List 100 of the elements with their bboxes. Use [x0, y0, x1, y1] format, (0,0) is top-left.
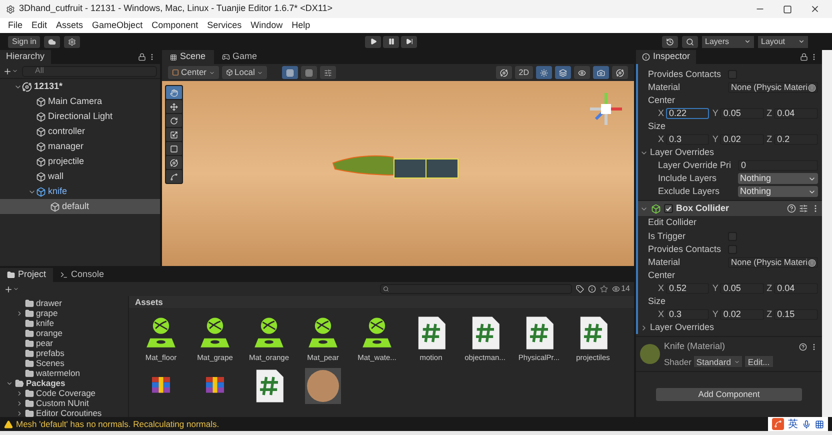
folder-label[interactable]: drawer: [36, 298, 62, 308]
grid-button[interactable]: [282, 66, 298, 79]
number-field[interactable]: 0.04: [774, 108, 818, 119]
maximize-icon[interactable]: [783, 4, 792, 14]
ime-toolbar[interactable]: 英: [768, 417, 828, 431]
hierarchy-item[interactable]: Main Camera: [0, 94, 160, 109]
scene-viewport[interactable]: [162, 81, 634, 266]
number-field[interactable]: 0.05: [720, 283, 764, 294]
folder-label[interactable]: grape: [36, 308, 58, 318]
tool-button[interactable]: [166, 114, 182, 127]
microphone-icon[interactable]: [802, 420, 811, 428]
cloud-button[interactable]: [44, 36, 60, 48]
settings-button[interactable]: [64, 36, 80, 48]
history-button[interactable]: [662, 36, 678, 48]
help-icon[interactable]: [787, 204, 796, 213]
hierarchy-item[interactable]: Directional Light: [0, 109, 160, 124]
folder-label[interactable]: prefabs: [36, 348, 64, 358]
menu-item[interactable]: Assets: [56, 18, 84, 32]
gizmos-button[interactable]: [612, 66, 628, 79]
favorite-icon[interactable]: [600, 285, 608, 293]
hidden-count[interactable]: 14: [612, 283, 630, 295]
tool-button[interactable]: [166, 128, 182, 141]
panel-tab[interactable]: Console: [53, 268, 112, 282]
panel-tab[interactable]: Scene: [162, 50, 214, 64]
foldout-label[interactable]: Layer Overrides: [650, 146, 714, 160]
layers-dropdown[interactable]: Layers: [702, 36, 754, 48]
folder-label[interactable]: pear: [36, 338, 54, 348]
hierarchy-item[interactable]: 12131*: [0, 79, 160, 94]
space-dropdown[interactable]: Local: [222, 66, 267, 79]
add-button[interactable]: [3, 66, 18, 76]
step-button[interactable]: [401, 36, 418, 48]
folder-label[interactable]: Custom NUnit: [36, 398, 89, 408]
shading-button[interactable]: [496, 66, 512, 79]
tool-button[interactable]: [166, 170, 182, 183]
pivot-dropdown[interactable]: Center: [168, 66, 219, 79]
number-field[interactable]: 0.2: [774, 134, 818, 145]
panel-tab[interactable]: Project: [0, 268, 54, 282]
menu-item[interactable]: Help: [292, 18, 310, 32]
number-field[interactable]: 0.02: [720, 309, 764, 320]
breadcrumb[interactable]: Assets: [135, 296, 163, 308]
menu-item[interactable]: Window: [250, 18, 283, 32]
menu-item[interactable]: GameObject: [92, 18, 143, 32]
number-field[interactable]: 0.05: [720, 108, 764, 119]
add-component-button[interactable]: Add Component: [656, 388, 802, 402]
picker-icon[interactable]: [808, 258, 816, 266]
layout-dropdown[interactable]: Layout: [758, 36, 808, 48]
preset-icon[interactable]: [799, 204, 808, 213]
tool-button[interactable]: [166, 100, 182, 113]
menu-item[interactable]: File: [8, 18, 23, 32]
text-field[interactable]: 0: [738, 160, 818, 171]
2d-toggle[interactable]: 2D: [514, 66, 533, 79]
lock-icon[interactable]: [800, 53, 808, 61]
edit-button[interactable]: Edit...: [744, 356, 773, 368]
pause-button[interactable]: [383, 36, 400, 48]
effects-button[interactable]: [574, 66, 590, 79]
add-button[interactable]: [4, 284, 19, 294]
help-icon[interactable]: [799, 342, 807, 351]
number-field[interactable]: 0.02: [720, 134, 764, 145]
number-field[interactable]: 0.52: [666, 283, 710, 294]
info-icon[interactable]: [588, 285, 596, 293]
folder-label[interactable]: knife: [36, 318, 54, 328]
object-field[interactable]: None (Physic Materi: [728, 82, 818, 93]
hierarchy-item[interactable]: manager: [0, 139, 160, 154]
play-button[interactable]: [365, 36, 382, 48]
folder-label[interactable]: Code Coverage: [36, 388, 96, 398]
keyboard-icon[interactable]: [815, 420, 824, 428]
shader-dropdown[interactable]: Standard: [694, 356, 742, 368]
number-field[interactable]: 0.15: [774, 309, 818, 320]
search-button[interactable]: [682, 36, 698, 48]
picker-icon[interactable]: [808, 84, 816, 92]
menu-item[interactable]: Edit: [32, 18, 48, 32]
panel-tab[interactable]: Inspector: [636, 50, 696, 64]
panel-tab[interactable]: Hierarchy: [0, 50, 51, 64]
folder-label[interactable]: Scenes: [36, 358, 64, 368]
camera-button[interactable]: [593, 66, 609, 79]
menu-item[interactable]: Component: [152, 18, 198, 32]
number-field[interactable]: 0.04: [774, 283, 818, 294]
search-field[interactable]: [380, 284, 572, 294]
number-field[interactable]: 0.22: [666, 108, 710, 119]
increment-button[interactable]: [320, 66, 336, 79]
edit-collider-button[interactable]: Edit Collider: [648, 216, 697, 230]
tool-button[interactable]: [166, 142, 182, 155]
checkbox[interactable]: [664, 204, 673, 213]
menu-item[interactable]: Services: [207, 18, 242, 32]
sign-in-button[interactable]: Sign in: [8, 36, 40, 48]
foldout-label[interactable]: Layer Overrides: [650, 320, 714, 334]
object-field[interactable]: None (Physic Materi: [728, 257, 818, 268]
folder-label[interactable]: Editor Coroutines: [36, 408, 102, 417]
hierarchy-item[interactable]: knife: [0, 184, 160, 199]
number-field[interactable]: 0.3: [666, 134, 710, 145]
lock-icon[interactable]: [138, 53, 146, 61]
snap-button[interactable]: [300, 66, 317, 79]
search-field[interactable]: All: [22, 66, 157, 76]
folder-label[interactable]: watermelon: [36, 368, 80, 378]
hierarchy-item[interactable]: projectile: [0, 154, 160, 169]
hierarchy-item[interactable]: default: [0, 199, 160, 214]
tool-button[interactable]: [166, 156, 182, 169]
lighting-button[interactable]: [536, 66, 552, 79]
hierarchy-item[interactable]: wall: [0, 169, 160, 184]
label-filter-icon[interactable]: [576, 285, 584, 293]
